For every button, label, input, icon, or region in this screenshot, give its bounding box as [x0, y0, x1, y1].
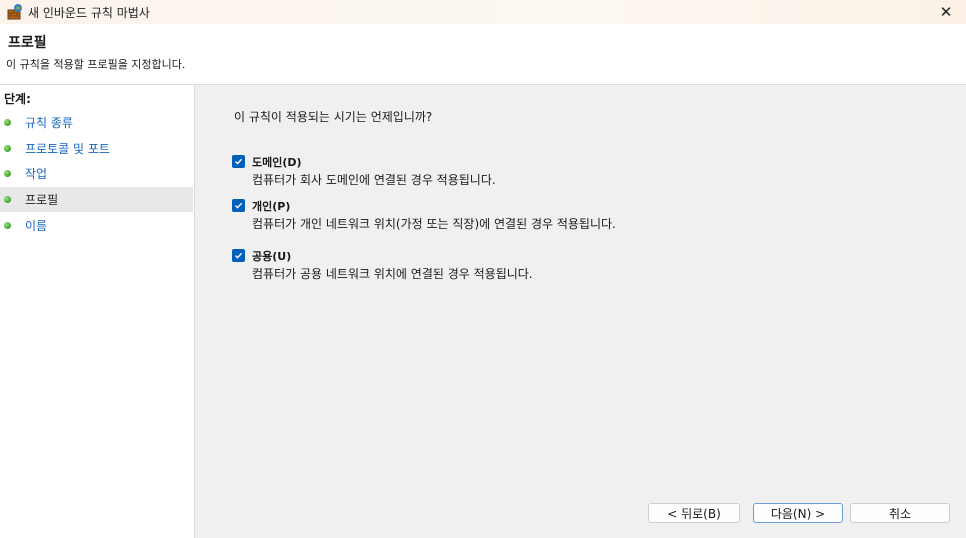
step-item-protocol-ports[interactable]: 프로토콜 및 포트 — [0, 136, 193, 162]
public-description: 컴퓨터가 공용 네트워크 위치에 연결된 경우 적용됩니다. — [252, 267, 533, 281]
step-bullet-icon — [4, 170, 11, 178]
firewall-icon — [6, 3, 24, 21]
main-content: 이 규칙이 적용되는 시기는 언제입니까? 도메인(D) 컴퓨터가 회사 도메인… — [195, 85, 966, 538]
step-item-action[interactable]: 작업 — [0, 161, 193, 187]
public-label: 공용(U) — [252, 250, 292, 263]
step-item-name[interactable]: 이름 — [0, 212, 193, 238]
close-icon: ✕ — [939, 3, 953, 21]
page-title: 프로필 — [8, 35, 47, 51]
window-title: 새 인바운드 규칙 마법사 — [28, 6, 150, 20]
domain-checkbox[interactable] — [232, 155, 245, 168]
step-bullet-icon — [4, 221, 11, 229]
private-label: 개인(P) — [252, 200, 291, 213]
step-label: 이름 — [25, 218, 48, 233]
public-checkbox[interactable] — [232, 249, 245, 262]
step-label: 프로토콜 및 포트 — [25, 141, 110, 156]
title-bar: 새 인바운드 규칙 마법사 ✕ — [0, 0, 966, 24]
step-label: 프로필 — [25, 193, 59, 208]
step-bullet-icon — [4, 196, 11, 204]
steps-panel: 단계: 규칙 종류 프로토콜 및 포트 작업 프로필 이름 — [0, 85, 195, 538]
next-button[interactable]: 다음(N) > — [753, 503, 843, 523]
domain-label: 도메인(D) — [252, 156, 302, 169]
step-bullet-icon — [4, 144, 11, 152]
close-button[interactable]: ✕ — [926, 0, 966, 24]
page-header: 프로필 이 규칙을 적용할 프로필을 지정합니다. — [0, 24, 966, 85]
step-bullet-icon — [4, 119, 11, 127]
steps-list: 규칙 종류 프로토콜 및 포트 작업 프로필 이름 — [0, 110, 193, 238]
check-icon — [235, 158, 243, 165]
step-label: 규칙 종류 — [25, 116, 73, 131]
steps-title: 단계: — [4, 92, 31, 106]
check-icon — [235, 252, 243, 259]
step-item-rule-type[interactable]: 규칙 종류 — [0, 110, 193, 136]
private-checkbox[interactable] — [232, 199, 245, 212]
cancel-button[interactable]: 취소 — [850, 503, 950, 523]
step-item-profile[interactable]: 프로필 — [0, 186, 193, 213]
step-label: 작업 — [25, 167, 48, 182]
page-subtitle: 이 규칙을 적용할 프로필을 지정합니다. — [6, 58, 186, 71]
question-text: 이 규칙이 적용되는 시기는 언제입니까? — [234, 110, 433, 124]
private-description: 컴퓨터가 개인 네트워크 위치(가정 또는 직장)에 연결된 경우 적용됩니다. — [252, 217, 616, 231]
check-icon — [235, 202, 243, 209]
back-button[interactable]: < 뒤로(B) — [648, 503, 740, 523]
domain-description: 컴퓨터가 회사 도메인에 연결된 경우 적용됩니다. — [252, 173, 496, 187]
